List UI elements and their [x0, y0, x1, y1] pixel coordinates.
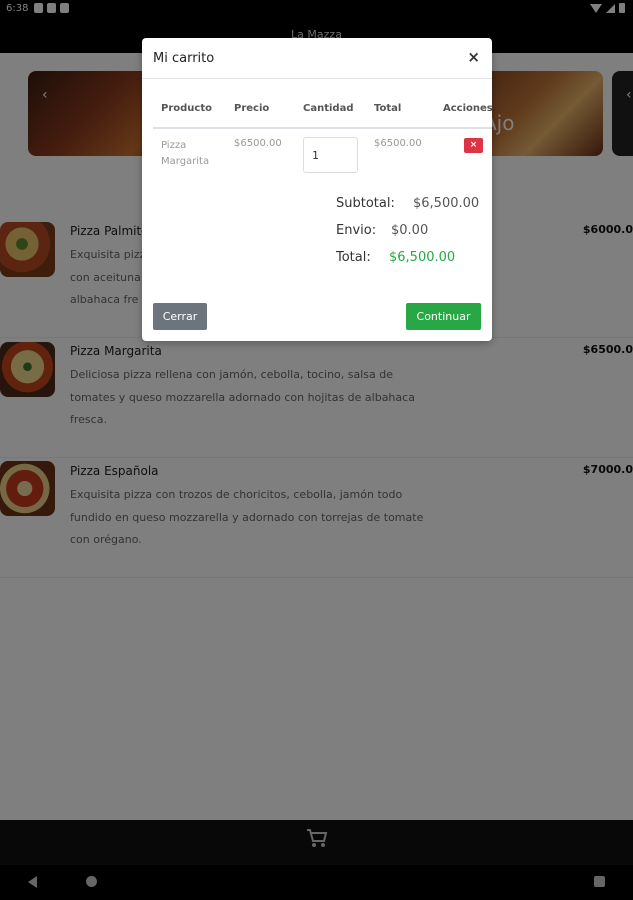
shipping-value: $0.00 — [391, 223, 429, 238]
column-header: Acciones — [443, 103, 492, 114]
cart-product-price: $6500.00 — [234, 138, 282, 149]
table-header-divider — [153, 127, 492, 129]
close-button[interactable]: Cerrar — [153, 303, 207, 330]
column-header: Total — [374, 103, 402, 114]
cart-product-name: Pizza Margarita — [161, 140, 210, 167]
column-header: Cantidad — [303, 103, 354, 114]
cart-product-total: $6500.00 — [374, 138, 422, 149]
close-icon[interactable]: × — [467, 48, 480, 66]
quantity-input[interactable] — [303, 137, 358, 173]
divider — [142, 78, 492, 79]
subtotal-label: Subtotal: — [336, 196, 395, 211]
continue-button[interactable]: Continuar — [406, 303, 481, 330]
total-value: $6,500.00 — [389, 250, 456, 265]
total-label: Total: — [336, 250, 371, 265]
column-header: Precio — [234, 103, 270, 114]
delete-item-button[interactable]: × — [464, 138, 483, 153]
cart-modal: Mi carrito × Producto Precio Cantidad To… — [142, 38, 492, 341]
column-header: Producto — [161, 103, 212, 114]
modal-title: Mi carrito — [153, 51, 215, 66]
shipping-label: Envio: — [336, 223, 377, 238]
subtotal-value: $6,500.00 — [413, 196, 480, 211]
